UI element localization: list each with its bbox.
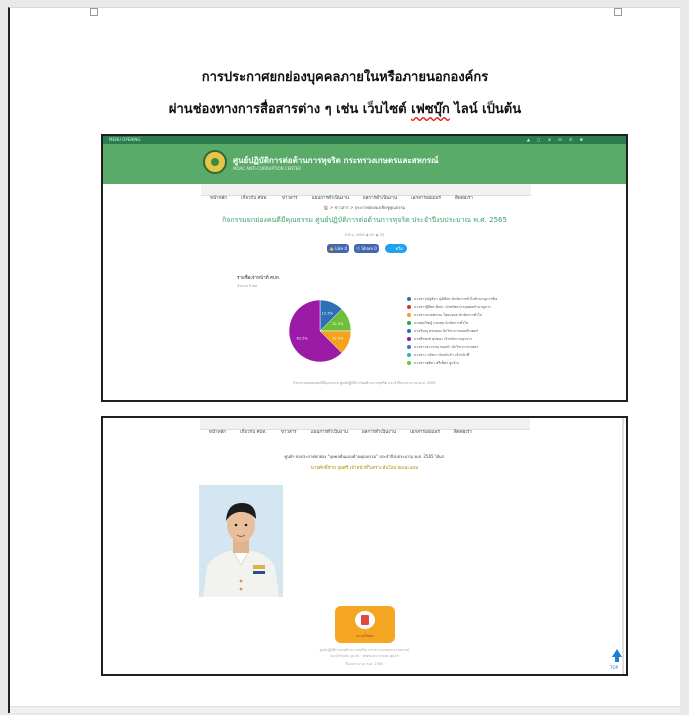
heading-line-1: การประกาศยกย่องบุคคลภายในหรือภายนอกองค์ก…: [201, 70, 489, 85]
nav-item: ผลการดำเนินงาน: [362, 430, 397, 435]
footer-line: ศูนย์ปฏิบัติการต่อต้านการทุจริต กระทรวงเ…: [319, 648, 410, 652]
site-subtitle: MOAC ANTI-CORRUPTION CENTER: [233, 166, 301, 171]
legend-label: นางสาวณัฐธิดา ปุณิธิศร นักจัดการทั่วไปชำ…: [414, 297, 497, 301]
legend-item: นางสาวกมลพรรณ ไชยมงคล นักจัดการทั่วไป: [407, 312, 497, 320]
legend-swatch: [407, 297, 411, 301]
nav-item: หน้าหลัก: [210, 196, 228, 201]
legend-swatch: [407, 313, 411, 317]
nav-item: ติดต่อเรา: [454, 430, 472, 435]
nav-item: แผนการดำเนินงาน: [311, 196, 349, 201]
legend-label: นางสาวชุติมา ศรีเพ็ชร ลูกจ้าง: [414, 361, 460, 365]
post-title: กิจกรรมยกย่องคนดีมีคุณธรรม ศูนย์ปฏิบัติก…: [222, 216, 507, 224]
chart-title: รายชื่อเจ้าหน้าที่ ศปท.: [237, 276, 281, 281]
honoree-name: นายศักดิ์ชาย บุษศรี เจ้าหน้าที่วิเคราะห์…: [310, 466, 419, 471]
page-corner-marker: [90, 8, 98, 16]
nav-item: เอกสารเผยแพร่: [411, 196, 441, 201]
legend-swatch: [407, 361, 411, 365]
legend-item: นางสาว ปภัสรา จันทร์แก้ว เจ้าหน้าที่: [407, 352, 497, 360]
nav-item: ผลการดำเนินงาน: [363, 196, 398, 201]
legend-item: นายธีรพงษ์ ขุนทอง เจ้าพนักงานธุรการ: [407, 336, 497, 344]
legend-label: นางสาว ปภัสรา จันทร์แก้ว เจ้าหน้าที่: [414, 353, 470, 357]
legend-swatch: [407, 345, 411, 349]
legend-label: นายศุภวิชญ์ แสงสุข นักจัดการทั่วไป: [414, 321, 469, 325]
top-strip-icons: ▲ ◻ ⊕ ✉ ✆ ✱: [526, 137, 586, 142]
pie-chart: 12.5% 12.5% 12.5% 62.5%: [288, 299, 352, 363]
heading-line-2: ผ่านช่องทางการสื่อสารต่าง ๆ เช่น เว็บไซต…: [10, 98, 680, 119]
legend-swatch: [407, 353, 411, 357]
site-nav: หน้าหลัก เกี่ยวกับ ศปท. ข่าวสาร แผนการดำ…: [201, 184, 531, 201]
tweet-button: 🐦 ทวีต: [385, 244, 407, 253]
nav-item: เอกสารเผยแพร่: [410, 430, 440, 435]
legend-swatch: [407, 305, 411, 309]
chart-legend: นางสาวณัฐธิดา ปุณิธิศร นักจัดการทั่วไปชำ…: [407, 296, 497, 368]
website-screenshot-1: MENU OPENING ▲ ◻ ⊕ ✉ ✆ ✱ ศูนย์ปฏิบัติการ…: [101, 134, 628, 402]
pdf-icon: [355, 611, 375, 629]
chart-subtitle: จำนวน 5 คน: [237, 284, 257, 288]
nav-item: ข่าวสาร: [281, 196, 298, 201]
page-corner-marker: [614, 8, 622, 16]
announcement-text: ศูนย์ฯ ขอประกาศยกย่อง "บุคคลต้นแบบด้านคุ…: [284, 454, 445, 459]
pie-slice-label: 12.5%: [322, 311, 334, 315]
nav-item: แผนการดำเนินงาน: [310, 430, 348, 435]
legend-label: นายวิษณุ พรมทอง นักวิชาการคอมพิวเตอร์: [414, 329, 479, 333]
facebook-share-button: ⓕ Share 0: [354, 244, 379, 253]
pie-slice-label: 12.5%: [332, 337, 344, 341]
pie-slice-label: 12.5%: [332, 322, 344, 326]
honoree-photo: [199, 485, 283, 597]
legend-item: นางสาวฐิติพร ศิลปะ นักทรัพยากรบุคคลชำนาญ…: [407, 304, 497, 312]
top-strip-left: MENU OPENING: [109, 137, 141, 142]
pdf-download-button: ดาวน์โหลด: [335, 606, 395, 643]
legend-label: นางสาวอรวรรณ ทองคำ นักวิชาการเกษตร: [414, 345, 479, 349]
nav-item: ติดต่อเรา: [455, 196, 473, 201]
back-to-top-label: TOP: [610, 665, 619, 670]
site-top-strip: MENU OPENING ▲ ◻ ⊕ ✉ ✆ ✱: [103, 136, 626, 144]
site-nav: หน้าหลัก เกี่ยวกับ ศปท. ข่าวสาร แผนการดำ…: [200, 418, 530, 435]
pdf-download-label: ดาวน์โหลด: [356, 634, 374, 638]
legend-swatch: [407, 337, 411, 341]
legend-label: นายธีรพงษ์ ขุนทอง เจ้าพนักงานธุรการ: [414, 337, 472, 341]
scrollbar: [622, 418, 624, 674]
page-bottom-bar: [10, 706, 680, 713]
footer-line: acc@moac.go.th · www.acc.moac.go.th: [330, 654, 399, 658]
legend-label: นางสาวฐิติพร ศิลปะ นักทรัพยากรบุคคลชำนาญ…: [414, 305, 491, 309]
legend-item: นางสาวอรวรรณ ทองคำ นักวิชาการเกษตร: [407, 344, 497, 352]
legend-item: นางสาวชุติมา ศรีเพ็ชร ลูกจ้าง: [407, 360, 497, 368]
heading-2-spellcheck-word: เฟซบุ๊ก: [411, 102, 450, 117]
legend-item: นางสาวณัฐธิดา ปุณิธิศร นักจัดการทั่วไปชำ…: [407, 296, 497, 304]
nav-item: หน้าหลัก: [209, 430, 227, 435]
legend-swatch: [407, 329, 411, 333]
post-caption: กิจกรรมยกย่องคนดีมีคุณธรรม ศูนย์ปฏิบัติก…: [293, 381, 436, 385]
post-meta: 9 มิ.ย. 2565 ◉ 90 ◉ 35: [344, 233, 385, 237]
heading-2-prefix: ผ่านช่องทางการสื่อสารต่าง ๆ เช่น เว็บไซต…: [168, 102, 412, 117]
breadcrumb: 🏠 > ข่าวสาร > ประกาศยกย่องเชิดชูคุณธรรม: [323, 205, 406, 210]
site-logo-icon: [203, 150, 227, 174]
nav-item: เกี่ยวกับ ศปท.: [241, 196, 268, 201]
footer-line: ปีงบประมาณ พ.ศ. 2565: [345, 662, 384, 666]
legend-item: นายศุภวิชญ์ แสงสุข นักจัดการทั่วไป: [407, 320, 497, 328]
pie-slice-label: 62.5%: [297, 337, 309, 341]
heading-2-suffix: ไลน์ เป็นต้น: [449, 102, 522, 117]
legend-swatch: [407, 321, 411, 325]
like-button: 👍 Like 0: [327, 244, 349, 253]
nav-item: ข่าวสาร: [280, 430, 297, 435]
legend-item: นายวิษณุ พรมทอง นักวิชาการคอมพิวเตอร์: [407, 328, 497, 336]
pie-chart-card: รายชื่อเจ้าหน้าที่ ศปท. จำนวน 5 คน 12.5%…: [229, 266, 497, 376]
website-screenshot-2: หน้าหลัก เกี่ยวกับ ศปท. ข่าวสาร แผนการดำ…: [101, 416, 628, 676]
nav-item: เกี่ยวกับ ศปท.: [240, 430, 267, 435]
document-page: การประกาศยกย่องบุคคลภายในหรือภายนอกองค์ก…: [8, 7, 680, 713]
legend-label: นางสาวกมลพรรณ ไชยมงคล นักจัดการทั่วไป: [414, 313, 482, 317]
